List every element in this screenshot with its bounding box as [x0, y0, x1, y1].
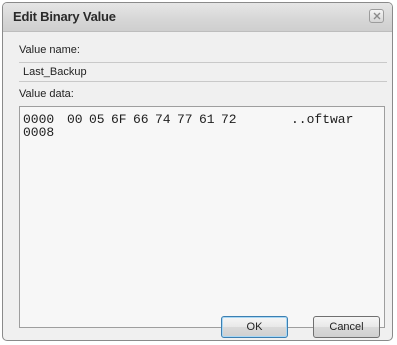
hex-row: 0008 — [23, 126, 70, 165]
hex-offset: 0008 — [23, 125, 55, 140]
title-bar: Edit Binary Value — [3, 3, 392, 32]
hex-byte: 00 — [67, 112, 83, 127]
value-name-field: Last_Backup — [19, 62, 387, 82]
edit-binary-value-dialog: Edit Binary Value Value name: Last_Backu… — [2, 2, 393, 341]
hex-byte: 77 — [177, 112, 193, 127]
hex-byte: 6F — [111, 112, 127, 127]
dialog-title: Edit Binary Value — [13, 9, 116, 24]
hex-byte: 74 — [155, 112, 171, 127]
cancel-button[interactable]: Cancel — [313, 316, 380, 338]
hex-byte: 05 — [89, 112, 105, 127]
hex-byte: 66 — [133, 112, 149, 127]
close-button[interactable] — [369, 9, 384, 23]
hex-byte: 61 — [199, 112, 215, 127]
value-data-label: Value data: — [19, 88, 74, 100]
value-data-hex-editor[interactable]: 0000 00 05 6F 66 74 77 61 72 ..oftwar 00… — [19, 106, 385, 328]
ok-button[interactable]: OK — [221, 316, 288, 338]
hex-ascii: ..oftwar — [291, 112, 354, 127]
value-name-label: Value name: — [19, 44, 80, 56]
hex-byte: 72 — [221, 112, 237, 127]
close-icon — [373, 12, 381, 20]
